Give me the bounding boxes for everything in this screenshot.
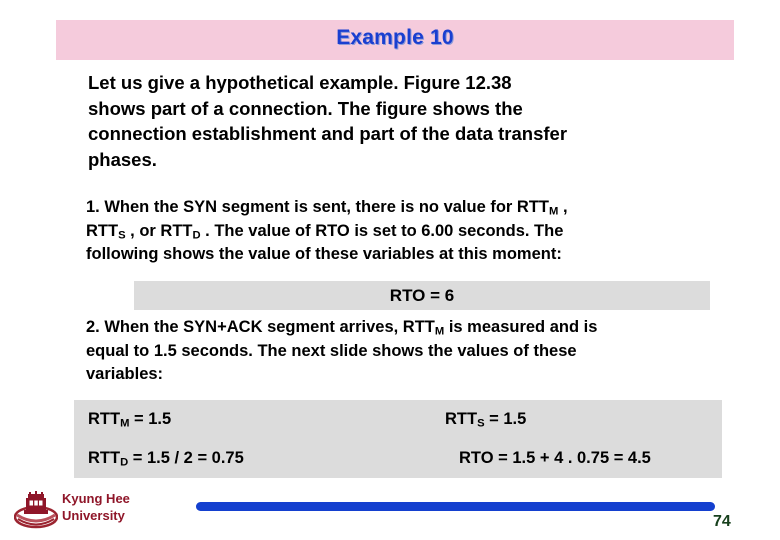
step1-line-1: 1. When the SYN segment is sent, there i… <box>86 196 710 220</box>
values-row: RTTD = 1.5 / 2 = 0.75 RTO = 1.5 + 4 . 0.… <box>74 443 722 482</box>
intro-line-2: shows part of a connection. The figure s… <box>88 97 523 119</box>
value-rto-name: RTO <box>459 449 494 467</box>
value-rtt-m-value: = 1.5 <box>129 410 172 428</box>
slide-canvas: Example 10 Let us give a hypothetical ex… <box>0 0 780 540</box>
step1-line1-sub: M <box>549 205 559 218</box>
step2-line1-post: is measured and is <box>444 318 598 336</box>
footer-university-name: Kyung Hee University <box>62 491 130 524</box>
step1-line2-sub2: D <box>192 228 201 241</box>
step1-line2-mid: , or RTT <box>125 221 193 240</box>
step2-line1-sub: M <box>434 325 445 338</box>
page-number: 74 <box>713 513 731 530</box>
values-box: RTTM = 1.5 RTTS = 1.5 RTTD = 1.5 / 2 = 0… <box>74 400 722 478</box>
value-rtt-d-name: RTT <box>88 449 121 467</box>
footer-name-line-1: Kyung Hee <box>62 491 130 506</box>
value-rtt-m: RTTM = 1.5 <box>88 410 171 429</box>
step2-line-2: equal to 1.5 seconds. The next slide sho… <box>86 341 577 360</box>
intro-line-3: connection establishment and part of the… <box>88 123 568 144</box>
value-rtt-s-value: = 1.5 <box>484 410 527 428</box>
value-rtt-s-name: RTT <box>445 410 478 428</box>
step2-paragraph: 2. When the SYN+ACK segment arrives, RTT… <box>86 316 710 387</box>
value-rtt-s: RTTS = 1.5 <box>445 410 526 429</box>
step1-line-2: RTTS , or RTTD . The value of RTO is set… <box>86 220 710 244</box>
step1-line2-sub1: S <box>118 228 126 241</box>
intro-line-1: Let us give a hypothetical example. Figu… <box>88 72 512 93</box>
page-title: Example 10 <box>336 26 454 49</box>
value-rto: RTO = 1.5 + 4 . 0.75 = 4.5 <box>459 449 651 468</box>
intro-line-4: phases. <box>88 148 157 170</box>
values-row: RTTM = 1.5 RTTS = 1.5 <box>74 404 722 443</box>
footer-blue-bar <box>196 502 715 511</box>
value-rtt-d-value: = 1.5 / 2 = 0.75 <box>128 449 244 467</box>
value-rtt-s-sub: S <box>477 417 485 430</box>
step2-line-1: 2. When the SYN+ACK segment arrives, RTT… <box>86 316 710 340</box>
step1-paragraph: 1. When the SYN segment is sent, there i… <box>86 196 710 267</box>
value-rtt-d: RTTD = 1.5 / 2 = 0.75 <box>88 449 244 468</box>
step1-line2-pre: RTT <box>86 221 119 240</box>
step2-line-3: variables: <box>86 365 164 383</box>
intro-paragraph: Let us give a hypothetical example. Figu… <box>88 70 708 172</box>
rto-value-box: RTO = 6 <box>134 281 710 310</box>
value-rtt-m-name: RTT <box>88 410 121 428</box>
university-crest-icon <box>13 490 59 530</box>
title-banner: Example 10 <box>56 20 734 60</box>
step2-line1-pre: 2. When the SYN+ACK segment arrives, RTT <box>86 318 435 336</box>
step1-line1-pre: 1. When the SYN segment is sent, there i… <box>86 198 550 216</box>
footer-logo: Kyung Hee University <box>13 488 194 532</box>
step1-line1-post: , <box>558 198 568 216</box>
rto-value-label: RTO = 6 <box>389 285 455 305</box>
step1-line2-post: . The value of RTO is set to 6.00 second… <box>200 221 564 240</box>
value-rtt-d-sub: D <box>120 456 129 469</box>
value-rto-value: = 1.5 + 4 . 0.75 = 4.5 <box>493 449 651 467</box>
step1-line-3: following shows the value of these varia… <box>86 245 562 263</box>
footer-name-line-2: University <box>62 507 125 523</box>
